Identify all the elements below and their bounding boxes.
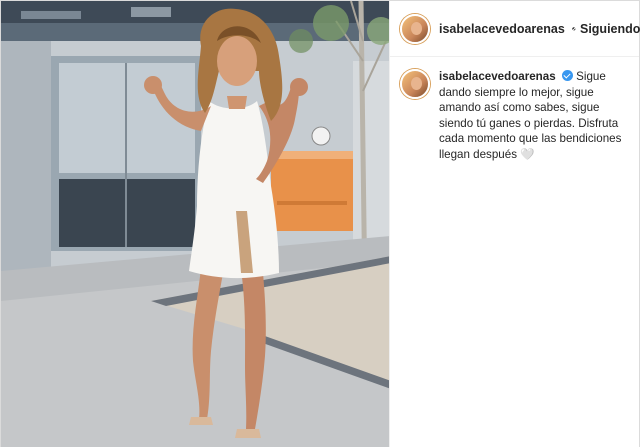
username-link[interactable]: isabelacevedoarenas (439, 22, 565, 36)
instagram-post: isabelacevedoarenas • Siguiendo isabelac… (0, 0, 640, 447)
caption-text-block: isabelacevedoarenas Sigue dando siempre … (439, 69, 629, 162)
caption-text: Sigue dando siempre lo mejor, sigue aman… (439, 70, 622, 161)
following-button[interactable]: Siguiendo (580, 22, 640, 36)
verified-badge-icon (561, 70, 573, 81)
post-photo[interactable] (1, 1, 389, 447)
photo-illustration (1, 1, 389, 447)
profile-avatar[interactable] (400, 13, 430, 44)
post-header: isabelacevedoarenas • Siguiendo (390, 1, 640, 57)
caption-avatar[interactable] (400, 69, 430, 99)
post-sidebar: isabelacevedoarenas • Siguiendo isabelac… (389, 1, 640, 447)
post-caption: isabelacevedoarenas Sigue dando siempre … (390, 57, 639, 174)
caption-username[interactable]: isabelacevedoarenas (439, 70, 556, 83)
